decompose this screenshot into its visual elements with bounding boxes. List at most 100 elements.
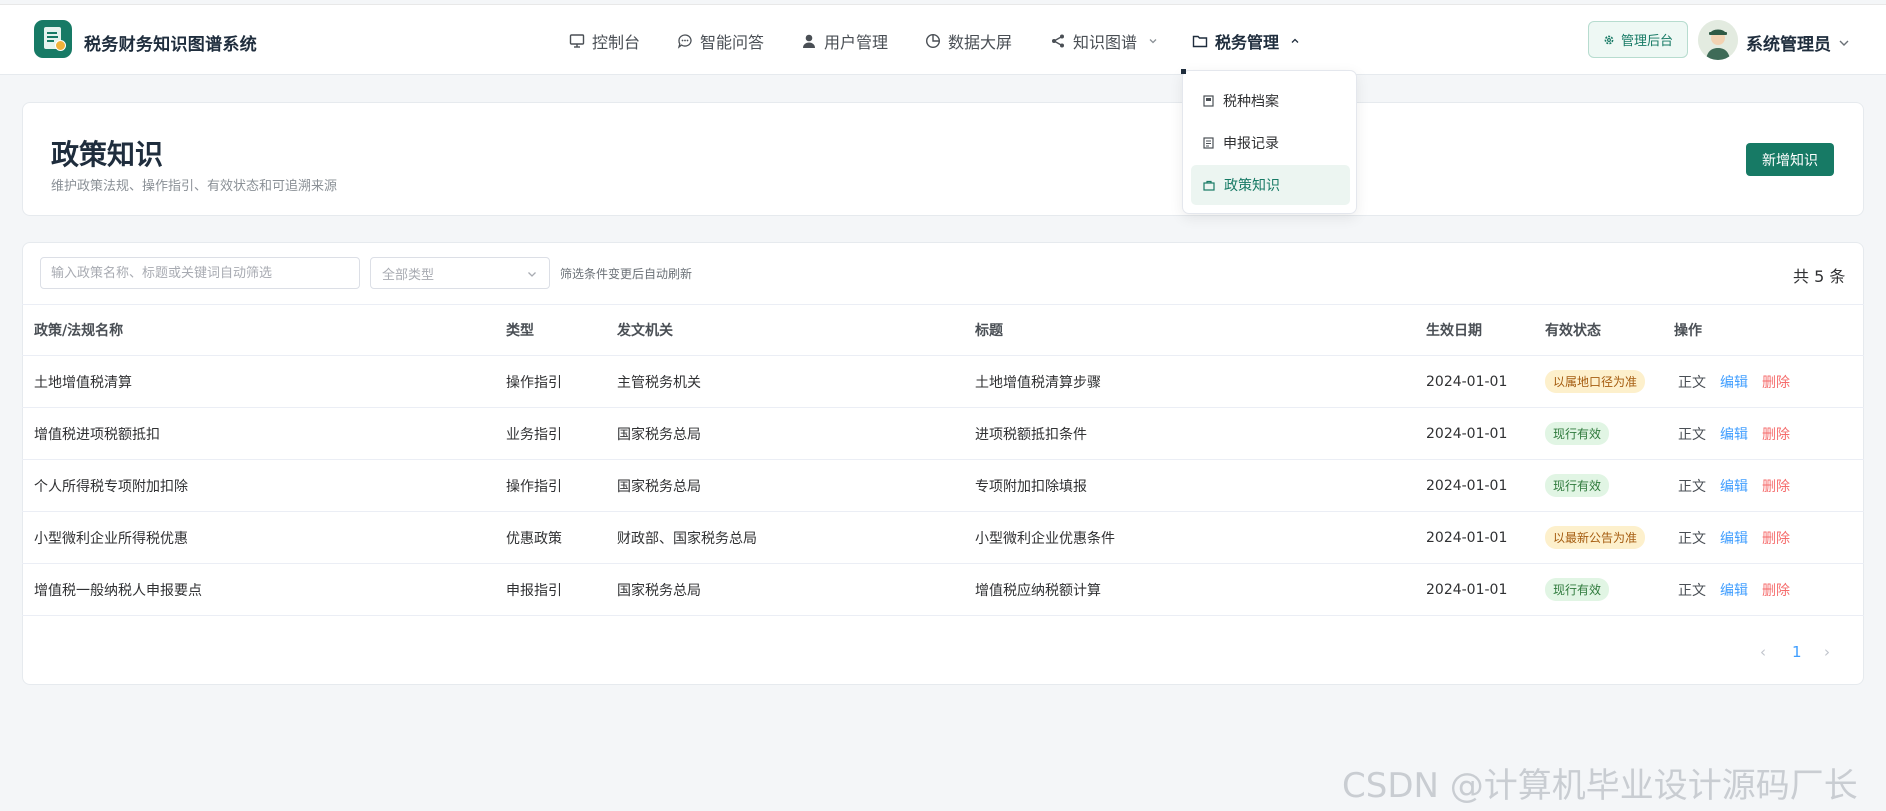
dropdown-item-tax-types[interactable]: 税种档案 [1191, 81, 1350, 121]
edit-link[interactable]: 编辑 [1720, 372, 1748, 392]
policy-type: 操作指引 [506, 478, 562, 495]
column-header: 类型 [506, 323, 534, 339]
column-header: 有效状态 [1545, 323, 1601, 339]
admin-console-label: 管理后台 [1620, 34, 1673, 49]
top-navbar: 税务财务知识图谱系统 控制台 智能问答 用户管理 数据大屏 知识图谱 税务管理 … [0, 4, 1886, 75]
watermark: CSDN @计算机毕业设计源码厂长 [1342, 766, 1858, 806]
pagination-prev[interactable]: ‹ [1760, 643, 1766, 661]
nav-knowledge-graph[interactable]: 知识图谱 [1050, 5, 1158, 76]
user-name[interactable]: 系统管理员 [1746, 30, 1831, 55]
total-count: 共 5 条 [1793, 267, 1846, 286]
status-badge: 现行有效 [1545, 474, 1610, 497]
edit-link[interactable]: 编辑 [1720, 476, 1748, 496]
policy-type: 操作指引 [506, 374, 562, 391]
table-row: 土地增值税清算 操作指引 主管税务机关 土地增值税清算步骤 2024-01-01… [22, 356, 1864, 408]
nav-dashboard[interactable]: 控制台 [569, 5, 640, 76]
pie-chart-icon [925, 33, 941, 48]
status-badge: 现行有效 [1545, 578, 1610, 601]
edit-link[interactable]: 编辑 [1720, 580, 1748, 600]
nav-label: 控制台 [592, 32, 641, 52]
dropdown-item-label: 申报记录 [1223, 136, 1279, 152]
edit-link[interactable]: 编辑 [1720, 528, 1748, 548]
document-icon [1203, 137, 1214, 149]
admin-console-button[interactable]: 管理后台 [1588, 21, 1688, 58]
column-header: 操作 [1674, 323, 1702, 339]
delete-link[interactable]: 删除 [1762, 424, 1790, 444]
coin-icon [55, 40, 66, 51]
policy-title: 土地增值税清算步骤 [975, 374, 1101, 391]
nav-label: 用户管理 [824, 32, 889, 52]
filter-hint: 筛选条件变更后自动刷新 [560, 267, 693, 281]
policy-name: 增值税进项税额抵扣 [34, 426, 160, 443]
status-badge: 以最新公告为准 [1545, 526, 1646, 549]
nav-tax-management[interactable]: 税务管理 [1192, 5, 1300, 76]
dropdown-item-label: 政策知识 [1224, 178, 1280, 194]
policy-type: 业务指引 [506, 426, 562, 443]
policy-date: 2024-01-01 [1426, 425, 1508, 442]
dropdown-item-policy-knowledge[interactable]: 政策知识 [1191, 165, 1350, 205]
policy-issuer: 国家税务总局 [617, 426, 701, 443]
view-text-link[interactable]: 正文 [1678, 424, 1706, 444]
tax-management-dropdown: 税种档案 申报记录 政策知识 [1181, 69, 1357, 214]
view-text-link[interactable]: 正文 [1678, 372, 1706, 392]
type-select-value: 全部类型 [382, 267, 435, 283]
nav-users[interactable]: 用户管理 [801, 5, 888, 76]
nav-label: 数据大屏 [948, 32, 1013, 52]
delete-link[interactable]: 删除 [1762, 580, 1790, 600]
dropdown-item-label: 税种档案 [1223, 94, 1279, 110]
page-subtitle: 维护政策法规、操作指引、有效状态和可追溯来源 [51, 179, 338, 194]
policy-name: 个人所得税专项附加扣除 [34, 478, 188, 495]
gear-icon [1604, 35, 1614, 44]
add-knowledge-button[interactable]: 新增知识 [1746, 143, 1834, 176]
view-text-link[interactable]: 正文 [1678, 580, 1706, 600]
view-text-link[interactable]: 正文 [1678, 528, 1706, 548]
table-row: 个人所得税专项附加扣除 操作指引 国家税务总局 专项附加扣除填报 2024-01… [22, 460, 1864, 512]
delete-link[interactable]: 删除 [1762, 528, 1790, 548]
chat-icon [677, 33, 692, 49]
avatar[interactable] [1698, 20, 1738, 60]
policy-date: 2024-01-01 [1426, 529, 1508, 546]
column-header: 生效日期 [1426, 323, 1482, 339]
pagination-page-1[interactable]: 1 [1792, 643, 1802, 661]
chevron-down-icon [528, 272, 536, 277]
nav-data-screen[interactable]: 数据大屏 [925, 5, 1012, 76]
dropdown-item-filing-records[interactable]: 申报记录 [1191, 123, 1350, 163]
delete-link[interactable]: 删除 [1762, 476, 1790, 496]
share-icon [1052, 34, 1064, 47]
policy-date: 2024-01-01 [1426, 477, 1508, 494]
policy-type: 优惠政策 [506, 530, 562, 547]
column-header: 标题 [975, 323, 1003, 339]
edit-link[interactable]: 编辑 [1720, 424, 1748, 444]
user-avatar-icon [1698, 20, 1738, 60]
app-logo[interactable] [34, 20, 72, 58]
folder-icon [1192, 35, 1208, 47]
page-title: 政策知识 [51, 138, 164, 171]
policy-name: 小型微利企业所得税优惠 [34, 530, 188, 547]
view-text-link[interactable]: 正文 [1678, 476, 1706, 496]
policy-title: 进项税额抵扣条件 [975, 426, 1087, 443]
status-badge: 以属地口径为准 [1545, 370, 1646, 393]
pagination-next[interactable]: › [1824, 643, 1830, 661]
type-select[interactable]: 全部类型 [370, 257, 550, 289]
notebook-icon [1203, 95, 1214, 107]
column-header: 发文机关 [617, 323, 673, 339]
briefcase-icon [1203, 180, 1215, 191]
nav-label: 知识图谱 [1073, 32, 1138, 52]
policy-date: 2024-01-01 [1426, 581, 1508, 598]
policy-title: 小型微利企业优惠条件 [975, 530, 1115, 547]
nav-qa[interactable]: 智能问答 [677, 5, 764, 76]
delete-link[interactable]: 删除 [1762, 372, 1790, 392]
policy-title: 专项附加扣除填报 [975, 478, 1087, 495]
status-badge: 现行有效 [1545, 422, 1610, 445]
table-row: 增值税进项税额抵扣 业务指引 国家税务总局 进项税额抵扣条件 2024-01-0… [22, 408, 1864, 460]
policy-type: 申报指引 [506, 582, 562, 599]
policy-title: 增值税应纳税额计算 [975, 582, 1101, 599]
column-header: 政策/法规名称 [34, 323, 124, 339]
table-row: 增值税一般纳税人申报要点 申报指引 国家税务总局 增值税应纳税额计算 2024-… [22, 564, 1864, 616]
nav-label: 税务管理 [1215, 32, 1280, 52]
page-header-card: 政策知识 维护政策法规、操作指引、有效状态和可追溯来源 [22, 102, 1864, 216]
chevron-down-icon[interactable] [1838, 37, 1850, 49]
search-input[interactable] [40, 257, 360, 289]
nav-label: 智能问答 [700, 32, 765, 52]
table-header: 政策/法规名称 类型 发文机关 标题 生效日期 有效状态 操作 [22, 304, 1864, 356]
